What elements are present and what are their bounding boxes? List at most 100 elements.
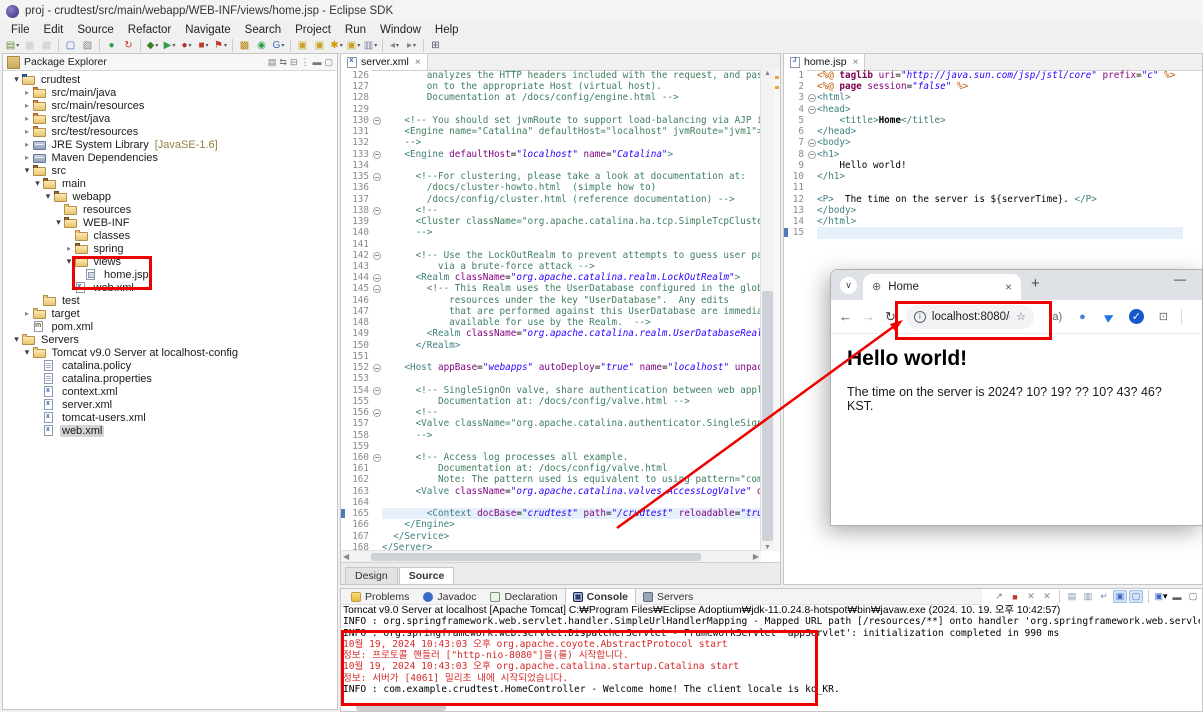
translate-icon[interactable]: (a) bbox=[1048, 309, 1063, 324]
fold-toggle-icon[interactable] bbox=[372, 385, 382, 396]
code-line[interactable]: 147 that are performed against this User… bbox=[341, 306, 761, 317]
chevron-right-icon[interactable]: ▸ bbox=[22, 114, 33, 123]
tree-item-server.xml[interactable]: server.xml bbox=[3, 398, 337, 411]
code-line[interactable]: 1<%@ taglib uri="http://java.sun.com/jsp… bbox=[784, 70, 1183, 81]
code-line[interactable]: 129 bbox=[341, 104, 761, 115]
close-tab-icon[interactable]: × bbox=[1005, 280, 1012, 294]
tree-item-maven-dependencies[interactable]: ▸Maven Dependencies bbox=[3, 151, 337, 164]
save-all-icon[interactable]: ▦ bbox=[39, 38, 54, 53]
tree-item-web.xml[interactable]: web.xml bbox=[3, 424, 337, 437]
tree-item-spring[interactable]: ▸spring bbox=[3, 242, 337, 255]
code-line[interactable]: 146 resources under the key "UserDatabas… bbox=[341, 295, 761, 306]
tree-item-src-test-java[interactable]: ▸src/test/java bbox=[3, 112, 337, 125]
code-line[interactable]: 12<P> The time on the server is ${server… bbox=[784, 194, 1183, 205]
code-line[interactable]: 130 <!-- You should set jvmRoute to supp… bbox=[341, 115, 761, 126]
reload-icon[interactable]: ↻ bbox=[885, 310, 896, 323]
tree-item-web-inf[interactable]: ▾WEB-INF bbox=[3, 216, 337, 229]
code-line[interactable]: 128 Documentation at /docs/config/engine… bbox=[341, 92, 761, 103]
code-line[interactable]: 152 <Host appBase="webapps" autoDeploy="… bbox=[341, 362, 761, 373]
tree-item-test[interactable]: test bbox=[3, 294, 337, 307]
display-selected-console-icon-icon[interactable]: ▢ bbox=[1129, 590, 1143, 603]
pin-console-icon-icon[interactable]: ▣ bbox=[1113, 590, 1127, 603]
tree-item-servers[interactable]: ▾Servers bbox=[3, 333, 337, 346]
new-java-package-icon[interactable]: ▩ bbox=[237, 38, 252, 53]
minimize-view-icon[interactable]: ▬ bbox=[312, 57, 321, 67]
chevron-right-icon[interactable]: ▸ bbox=[22, 88, 33, 97]
tree-item-pom.xml[interactable]: pom.xml bbox=[3, 320, 337, 333]
close-tab-icon[interactable]: × bbox=[415, 57, 421, 68]
menu-window[interactable]: Window bbox=[373, 24, 428, 36]
save-icon[interactable]: ▦ bbox=[22, 38, 37, 53]
chevron-down-icon[interactable]: ▾ bbox=[22, 165, 33, 176]
code-line[interactable]: 159 bbox=[341, 441, 761, 452]
code-line[interactable]: 5 <title>Home</title> bbox=[784, 115, 1183, 126]
code-line[interactable]: 167 </Service> bbox=[341, 531, 761, 542]
tree-item-classes[interactable]: classes bbox=[3, 229, 337, 242]
open-console-icon[interactable]: ▢ bbox=[63, 38, 78, 53]
tab-problems[interactable]: Problems bbox=[344, 589, 416, 604]
code-line[interactable]: 6</head> bbox=[784, 126, 1183, 137]
code-line[interactable]: 141 bbox=[341, 239, 761, 250]
menu-project[interactable]: Project bbox=[288, 24, 338, 36]
forward-icon[interactable]: → bbox=[862, 310, 875, 323]
focus-on-active-task-icon[interactable]: ▤ bbox=[268, 57, 277, 68]
code-line[interactable]: 13</body> bbox=[784, 205, 1183, 216]
fold-toggle-icon[interactable] bbox=[372, 362, 382, 373]
code-line[interactable]: 8<h1> bbox=[784, 149, 1183, 160]
fold-toggle-icon[interactable] bbox=[372, 407, 382, 418]
code-line[interactable]: 137 /docs/config/cluster.html (reference… bbox=[341, 194, 761, 205]
tab-servers[interactable]: Servers bbox=[636, 589, 700, 604]
fold-toggle-icon[interactable] bbox=[807, 137, 817, 148]
link-with-editor-icon[interactable]: ⇆ bbox=[279, 57, 287, 68]
tree-item-src-test-resources[interactable]: ▸src/test/resources bbox=[3, 125, 337, 138]
code-line[interactable]: 164 bbox=[341, 497, 761, 508]
bookmark-star-icon[interactable]: ☆ bbox=[1016, 310, 1026, 323]
chevron-down-icon[interactable]: ▾ bbox=[53, 217, 64, 228]
new-file-icon[interactable]: ▣▾ bbox=[346, 38, 361, 53]
fold-toggle-icon[interactable] bbox=[372, 272, 382, 283]
scroll-lock-icon-icon[interactable]: ▥ bbox=[1081, 590, 1095, 603]
code-line[interactable]: 161 Documentation at: /docs/config/valve… bbox=[341, 463, 761, 474]
terminate-icon-icon[interactable]: ■ bbox=[1008, 590, 1022, 603]
url-text[interactable]: localhost:8080/cr... bbox=[932, 311, 1010, 323]
view-menu-icon[interactable]: ⋮ bbox=[300, 57, 309, 68]
debug-icon[interactable]: ◆▾ bbox=[145, 38, 160, 53]
chevron-down-icon[interactable]: ▾ bbox=[11, 334, 22, 345]
fold-toggle-icon[interactable] bbox=[807, 149, 817, 160]
tab-declaration[interactable]: Declaration bbox=[483, 589, 564, 604]
restart-server-icon[interactable]: ↻ bbox=[121, 38, 136, 53]
code-line[interactable]: 127 on to the appropriate Host (virtual … bbox=[341, 81, 761, 92]
code-line[interactable]: 144 <Realm className="org.apache.catalin… bbox=[341, 272, 761, 283]
chevron-down-icon[interactable]: ▾ bbox=[11, 74, 22, 85]
scroll-right-icon[interactable]: ▶ bbox=[753, 552, 759, 561]
scroll-up-icon[interactable]: ▲ bbox=[761, 70, 774, 77]
chevron-right-icon[interactable]: ▸ bbox=[22, 153, 33, 162]
tree-item-views[interactable]: ▾views bbox=[3, 255, 337, 268]
chevron-right-icon[interactable]: ▸ bbox=[64, 244, 75, 253]
code-line[interactable]: 158 --> bbox=[341, 430, 761, 441]
profile-icon[interactable]: ■▾ bbox=[196, 38, 211, 53]
extensions-puzzle-icon[interactable]: ⊡ bbox=[1156, 309, 1171, 324]
tree-item-src-main-java[interactable]: ▸src/main/java bbox=[3, 86, 337, 99]
fold-toggle-icon[interactable] bbox=[372, 283, 382, 294]
code-line[interactable]: 10</h1> bbox=[784, 171, 1183, 182]
code-line[interactable]: 132 --> bbox=[341, 137, 761, 148]
tree-item-src[interactable]: ▾src bbox=[3, 164, 337, 177]
code-line[interactable]: 165 <Context docBase="crudtest" path="/c… bbox=[341, 508, 761, 519]
code-line[interactable]: 138 <!-- bbox=[341, 205, 761, 216]
site-info-icon[interactable]: i bbox=[914, 311, 926, 323]
code-line[interactable]: 136 /docs/cluster-howto.html (simple how… bbox=[341, 182, 761, 193]
tree-item-catalina.properties[interactable]: catalina.properties bbox=[3, 372, 337, 385]
new-tab-icon[interactable]: + bbox=[1031, 275, 1040, 292]
code-line[interactable]: 2<%@ page session="false" %> bbox=[784, 81, 1183, 92]
chevron-down-icon[interactable]: ▾ bbox=[22, 347, 33, 358]
word-wrap-icon-icon[interactable]: ↵ bbox=[1097, 590, 1111, 603]
project-tree[interactable]: ▾crudtest▸src/main/java▸src/main/resourc… bbox=[3, 70, 337, 709]
open-web-browser-icon[interactable]: G▾ bbox=[271, 38, 286, 53]
code-line[interactable]: 126 analyzes the HTTP headers included w… bbox=[341, 70, 761, 81]
scroll-left-icon[interactable]: ◀ bbox=[343, 552, 349, 561]
maximize-view-icon[interactable]: ▢ bbox=[324, 57, 333, 68]
tree-item-main[interactable]: ▾main bbox=[3, 177, 337, 190]
tree-item-tomcat-users.xml[interactable]: tomcat-users.xml bbox=[3, 411, 337, 424]
code-line[interactable]: 3<html> bbox=[784, 92, 1183, 103]
